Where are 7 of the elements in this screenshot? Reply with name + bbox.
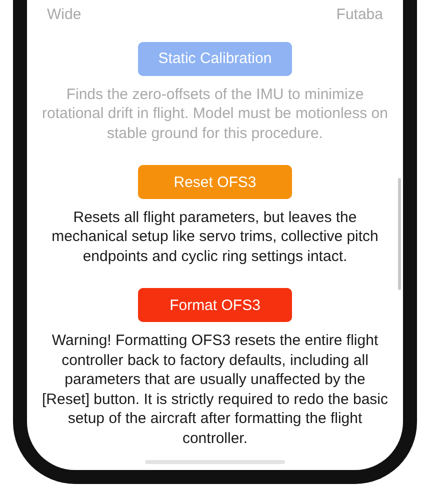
action-description: Finds the zero-offsets of the IMU to minimize rotational drift in flight. Model must be motionless on stable ground for this procedure. (41, 84, 389, 144)
header-label: Futaba (336, 6, 383, 25)
action-button[interactable]: Format OFS3 (138, 288, 292, 322)
action-button[interactable]: Reset OFS3 (138, 165, 292, 199)
header-label: Wide (47, 6, 82, 25)
action-description: Warning! Formatting OFS3 resets the entire flight controller back to factory defaults, including all parameters that are usually unaffected by the [Reset] button. It is strictly required to redo the basic setup of the aircraft after formatting the flight controller. (41, 331, 389, 448)
action-description: Resets all flight parameters, but leaves the mechanical setup like servo trims, collective pitch endpoints and cyclic ring settings intact. (50, 208, 380, 266)
